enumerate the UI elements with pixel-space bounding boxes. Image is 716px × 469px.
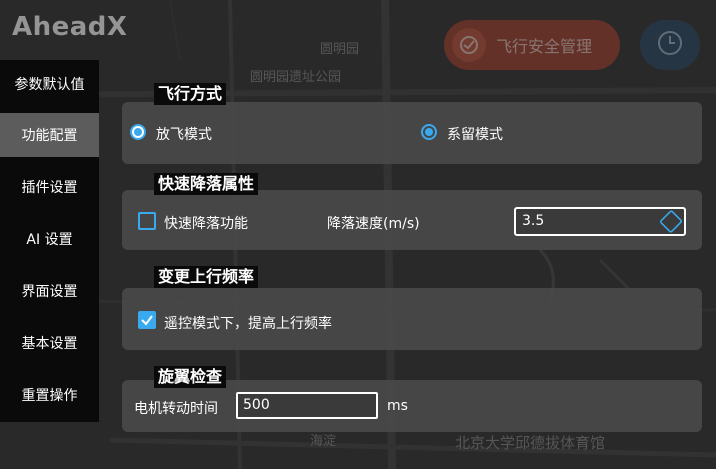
tethered-mode-label: 系留模式: [447, 127, 503, 143]
release-mode-label: 放飞模式: [156, 127, 212, 143]
sidebar-item-interface[interactable]: 界面设置: [0, 269, 99, 313]
sidebar-item-basic[interactable]: 基本设置: [0, 321, 99, 365]
sidebar-item-ai[interactable]: AI 设置: [0, 217, 99, 261]
sidebar-item-function-config[interactable]: 功能配置: [0, 113, 99, 157]
uplink-checkbox[interactable]: [138, 311, 156, 329]
motor-time-value: 500: [243, 397, 270, 413]
motor-time-label: 电机转动时间: [134, 401, 218, 417]
landing-speed-label: 降落速度(m/s): [327, 216, 420, 232]
rotor-check-title: 旋翼检查: [154, 366, 227, 388]
sidebar-item-defaults[interactable]: 参数默认值: [0, 62, 99, 106]
flight-mode-title: 飞行方式: [154, 83, 227, 105]
motor-time-unit: ms: [387, 398, 408, 414]
uplink-title: 变更上行频率: [154, 266, 259, 288]
radio-tethered-mode[interactable]: [421, 124, 437, 140]
quick-landing-title: 快速降落属性: [154, 173, 259, 195]
speed-stepper-icon[interactable]: [659, 209, 683, 234]
quick-landing-checkbox[interactable]: [138, 212, 156, 230]
uplink-label: 遥控模式下，提高上行频率: [164, 316, 332, 332]
check-icon: [141, 315, 153, 326]
sidebar-item-plugin[interactable]: 插件设置: [0, 165, 99, 209]
landing-speed-input[interactable]: 3.5: [514, 207, 686, 236]
settings-sidebar: 参数默认值 功能配置 插件设置 AI 设置 界面设置 基本设置 重置操作: [0, 60, 99, 422]
motor-time-input[interactable]: 500: [236, 392, 378, 419]
radio-release-mode[interactable]: [130, 124, 146, 140]
sidebar-item-reset[interactable]: 重置操作: [0, 373, 99, 417]
landing-speed-value: 3.5: [522, 213, 545, 229]
quick-landing-label: 快速降落功能: [164, 216, 248, 232]
